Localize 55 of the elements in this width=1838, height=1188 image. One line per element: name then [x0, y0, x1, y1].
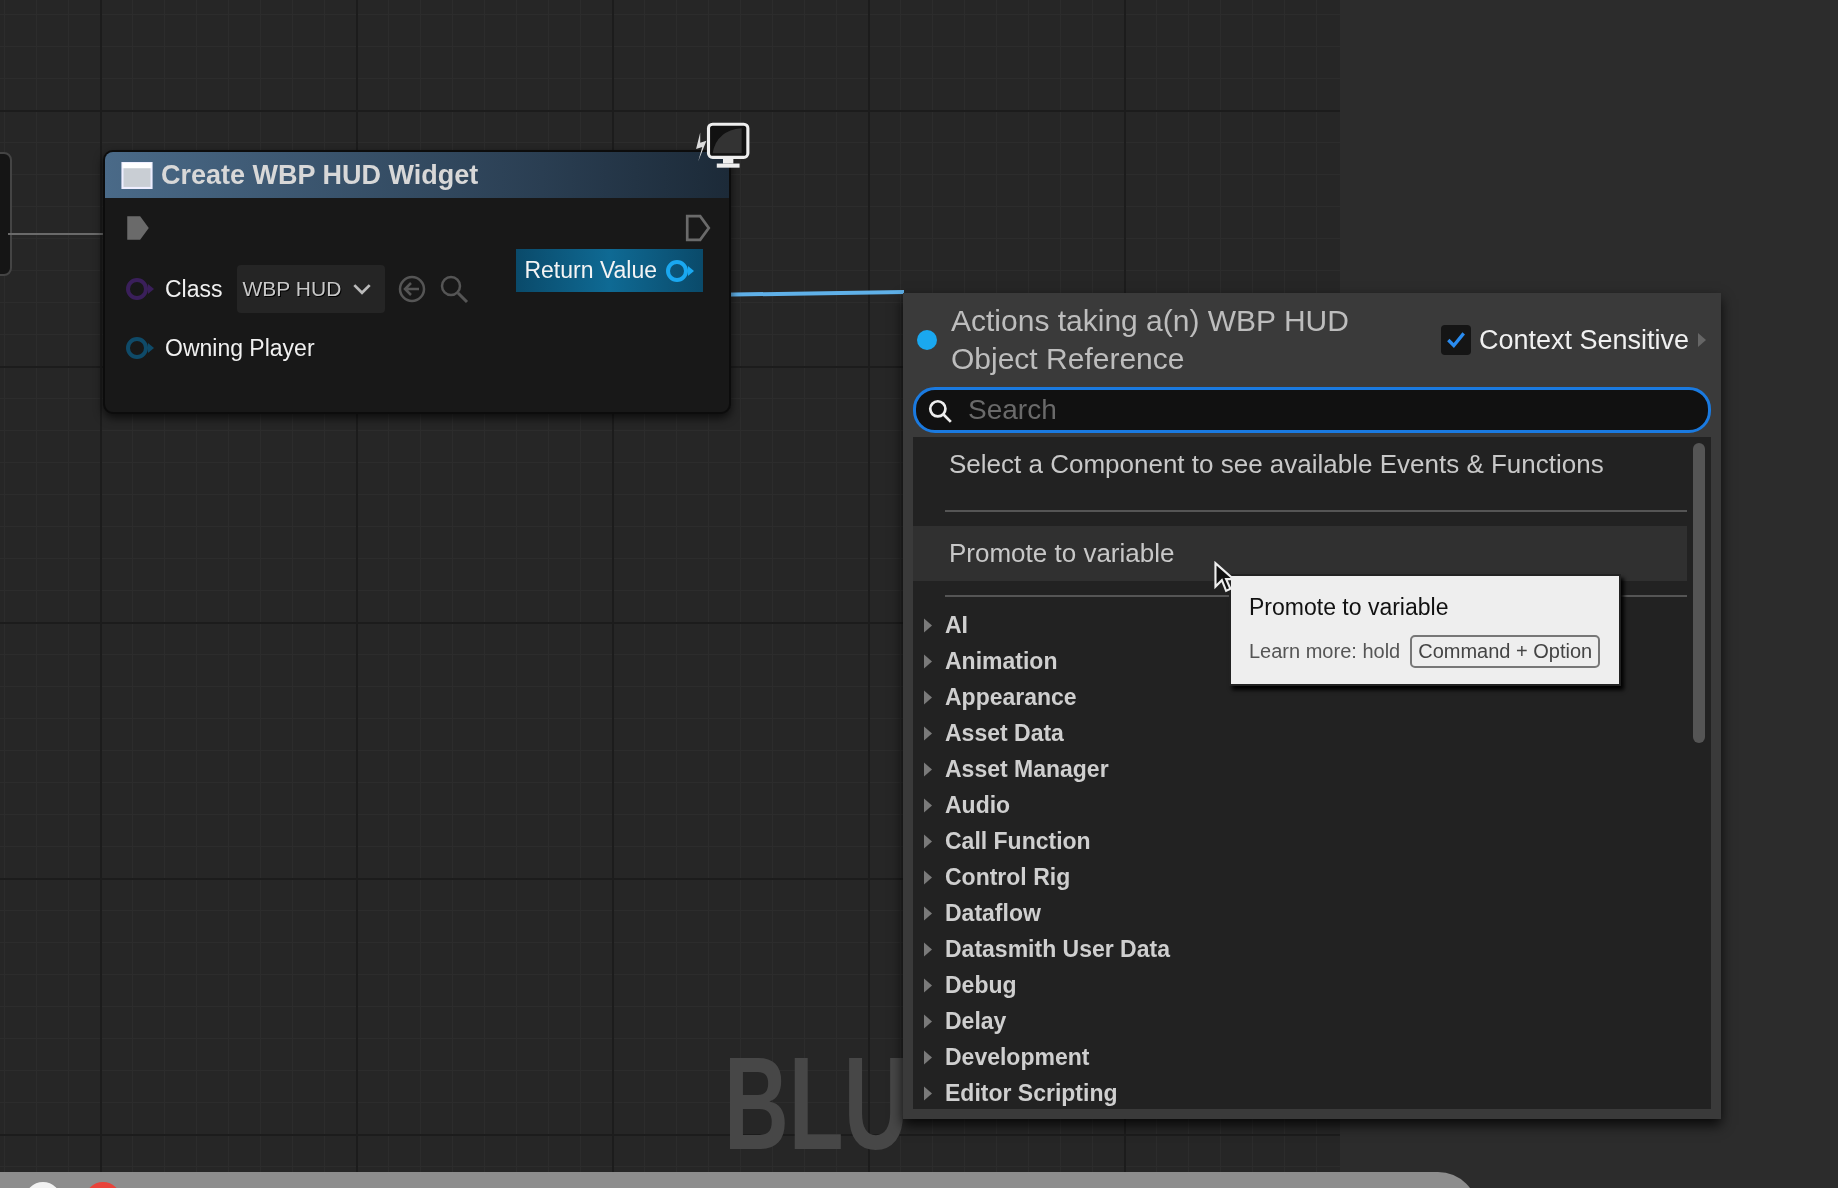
menu-title: Actions taking a(n) WBP HUD Object Reference — [951, 303, 1350, 377]
output-pin-icon — [665, 258, 695, 283]
expand-arrow-icon[interactable] — [923, 688, 933, 706]
class-dropdown[interactable]: WBP HUD — [236, 265, 386, 313]
category-item[interactable]: Development — [945, 1043, 1090, 1071]
exec-in-pin[interactable] — [125, 214, 151, 242]
expand-arrow-icon[interactable] — [923, 1048, 933, 1066]
category-item[interactable]: Delay — [945, 1007, 1007, 1035]
tooltip-hint: Learn more: hold — [1249, 640, 1401, 663]
hint-text: Select a Component to see available Events & Functions — [948, 448, 1605, 481]
expand-arrow-icon[interactable] — [923, 724, 933, 742]
checkmark-icon — [1444, 329, 1467, 351]
type-dot — [917, 330, 937, 350]
category-item[interactable]: Debug — [945, 971, 1017, 999]
search-icon[interactable] — [439, 274, 470, 304]
context-label: Context Sensitive — [1478, 324, 1689, 356]
search-icon — [927, 398, 953, 424]
expand-arrow-icon[interactable] — [923, 832, 933, 850]
pin-label: Owning Player — [165, 334, 315, 362]
expand-arrow-icon[interactable] — [923, 1084, 933, 1102]
category-item[interactable]: Control Rig — [945, 863, 1071, 891]
scrollbar[interactable] — [1693, 443, 1705, 743]
category-item[interactable]: Appearance — [945, 683, 1077, 711]
search-field[interactable]: Search — [913, 387, 1711, 433]
category-item[interactable]: Animation — [945, 647, 1058, 675]
expand-arrow-icon[interactable] — [923, 904, 933, 922]
category-item[interactable]: Asset Manager — [945, 755, 1109, 783]
category-item[interactable]: Call Function — [945, 827, 1091, 855]
shortcut-key: Command + Option — [1410, 635, 1601, 668]
exec-out-pin[interactable] — [685, 214, 711, 242]
node-title: Create WBP HUD Widget — [161, 159, 479, 191]
expand-arrow-icon[interactable] — [923, 760, 933, 778]
chevron-icon — [353, 283, 372, 295]
expand-arrow-icon[interactable] — [923, 976, 933, 994]
category-item[interactable]: Audio — [945, 791, 1011, 819]
expand-arrow-icon[interactable] — [923, 1012, 933, 1030]
expand-arrow-icon[interactable] — [923, 940, 933, 958]
return-value-pin[interactable]: Return Value — [516, 249, 703, 292]
tooltip-title: Promote to variable — [1249, 594, 1450, 621]
expand-arrow-icon[interactable] — [923, 616, 933, 634]
expand-arrow-icon[interactable] — [923, 652, 933, 670]
category-item[interactable]: Editor Scripting — [945, 1079, 1118, 1107]
category-item[interactable]: AI — [945, 611, 968, 639]
widget-icon — [121, 161, 153, 189]
create-widget-node[interactable]: Create WBP HUD Widget Class WBP HUD Owning Player Return Value — [103, 150, 731, 414]
context-checkbox[interactable] — [1440, 325, 1471, 355]
pin-label: Class — [165, 275, 223, 303]
category-item[interactable]: Dataflow — [945, 899, 1041, 927]
category-item[interactable]: Asset Data — [945, 719, 1064, 747]
expand-arrow-icon[interactable] — [1697, 332, 1707, 348]
use-selected-icon[interactable] — [397, 274, 428, 304]
action-item[interactable]: Promote to variable — [913, 526, 1687, 581]
expand-arrow-icon[interactable] — [923, 796, 933, 814]
expand-arrow-icon[interactable] — [923, 868, 933, 886]
category-item[interactable]: Datasmith User Data — [945, 935, 1170, 963]
